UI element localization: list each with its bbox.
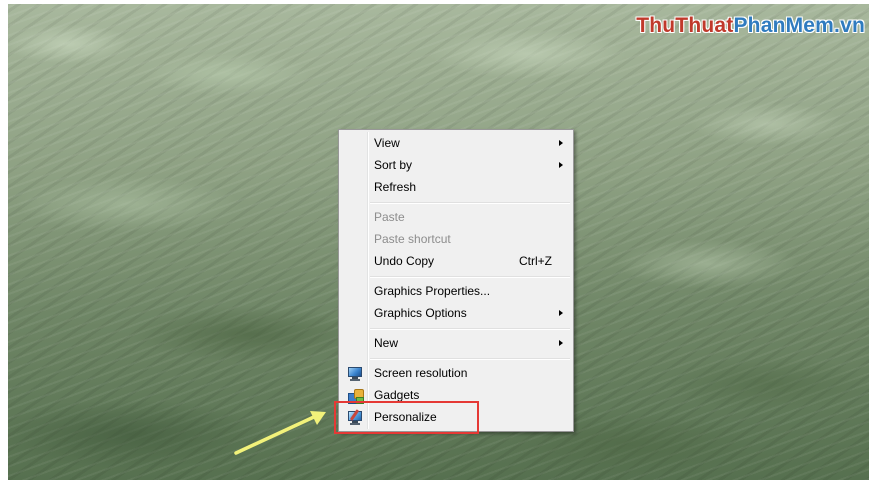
submenu-arrow-icon — [559, 162, 563, 168]
menu-separator — [370, 358, 570, 360]
menu-item-undo-copy[interactable]: Undo Copy Ctrl+Z — [341, 250, 571, 272]
menu-item-personalize[interactable]: Personalize — [341, 406, 571, 428]
menu-item-screen-resolution[interactable]: Screen resolution — [341, 362, 571, 384]
menu-item-shortcut: Ctrl+Z — [519, 254, 552, 268]
gadgets-icon — [347, 387, 364, 404]
menu-item-paste: Paste — [341, 206, 571, 228]
menu-item-new[interactable]: New — [341, 332, 571, 354]
menu-item-gadgets[interactable]: Gadgets — [341, 384, 571, 406]
submenu-arrow-icon — [559, 340, 563, 346]
menu-separator — [370, 276, 570, 278]
personalize-icon — [347, 409, 363, 425]
menu-item-label: Sort by — [374, 158, 413, 172]
menu-item-label: View — [374, 136, 400, 150]
menu-item-label: New — [374, 336, 399, 350]
menu-separator — [370, 202, 570, 204]
annotation-arrow-icon — [234, 411, 326, 455]
submenu-arrow-icon — [559, 310, 563, 316]
menu-item-refresh[interactable]: Refresh — [341, 176, 571, 198]
menu-item-label: Screen resolution — [374, 366, 468, 380]
menu-item-label: Undo Copy — [374, 254, 435, 268]
menu-item-sort-by[interactable]: Sort by — [341, 154, 571, 176]
watermark-part-2: PhanMem.vn — [733, 14, 865, 37]
menu-item-graphics-properties[interactable]: Graphics Properties... — [341, 280, 571, 302]
menu-item-graphics-options[interactable]: Graphics Options — [341, 302, 571, 324]
menu-item-paste-shortcut: Paste shortcut — [341, 228, 571, 250]
menu-item-label: Paste shortcut — [374, 232, 451, 246]
menu-item-label: Gadgets — [374, 388, 420, 402]
annotation-arrow-shaft — [234, 414, 318, 455]
menu-item-view[interactable]: View — [341, 132, 571, 154]
menu-item-label: Paste — [374, 210, 405, 224]
menu-separator — [370, 328, 570, 330]
menu-item-label: Refresh — [374, 180, 417, 194]
desktop-context-menu: View Sort by Refresh Paste Paste shortcu… — [338, 129, 574, 432]
menu-item-label: Graphics Options — [374, 306, 467, 320]
watermark-part-1: ThuThuat — [636, 14, 734, 37]
menu-item-label: Personalize — [374, 410, 437, 424]
submenu-arrow-icon — [559, 140, 563, 146]
menu-item-label: Graphics Properties... — [374, 284, 491, 298]
watermark-logo: ThuThuatPhanMem.vn — [636, 14, 865, 38]
monitor-icon — [347, 365, 363, 381]
